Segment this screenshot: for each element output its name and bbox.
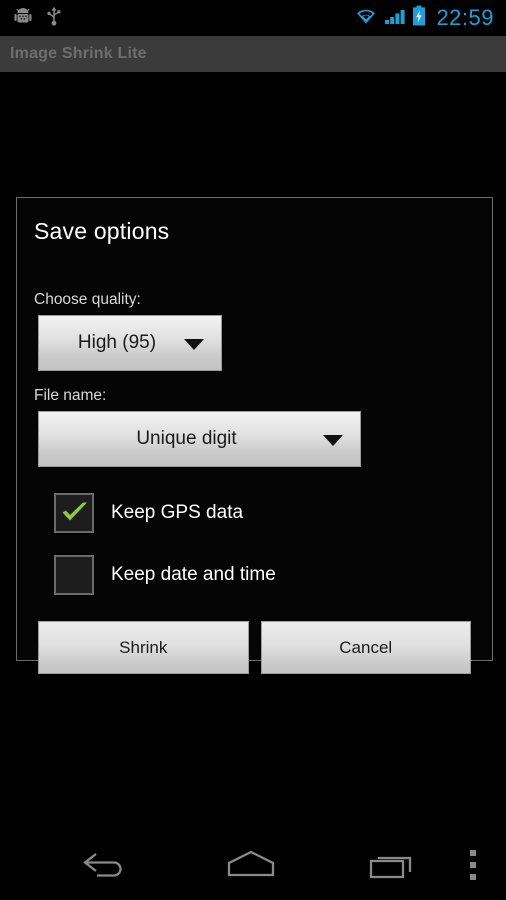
chevron-down-icon [184, 339, 204, 350]
menu-dot [470, 850, 476, 856]
keep-date-time-checkbox[interactable] [54, 555, 94, 595]
recents-icon[interactable] [365, 848, 421, 882]
signal-icon [384, 6, 406, 31]
keep-date-time-label: Keep date and time [111, 564, 276, 585]
cancel-button[interactable]: Cancel [260, 621, 471, 674]
filename-spinner[interactable]: Unique digit [38, 411, 361, 467]
quality-label: Choose quality: [34, 291, 141, 308]
menu-dot [470, 862, 476, 868]
back-icon[interactable] [80, 848, 132, 882]
status-bar-clock: 22:59 [436, 5, 494, 30]
filename-label: File name: [34, 387, 107, 404]
keep-gps-data-row[interactable]: Keep GPS data [17, 493, 492, 533]
filename-spinner-value: Unique digit [136, 428, 237, 449]
wifi-icon [354, 6, 378, 31]
quality-spinner[interactable]: High (95) [38, 315, 222, 371]
checkmark-icon [62, 502, 87, 521]
keep-gps-data-checkbox[interactable] [54, 493, 94, 533]
battery-charging-icon [412, 5, 426, 32]
dialog-title: Save options [34, 218, 170, 244]
app-title: Image Shrink Lite [10, 45, 147, 62]
keep-date-time-row[interactable]: Keep date and time [17, 555, 492, 595]
overflow-menu-icon[interactable] [470, 850, 476, 880]
menu-dot [470, 874, 476, 880]
android-debug-icon [14, 6, 32, 31]
keep-gps-data-label: Keep GPS data [111, 502, 244, 523]
app-title-bar: Image Shrink Lite [0, 36, 506, 74]
home-icon[interactable] [221, 848, 281, 882]
dialog-button-row: Shrink Cancel [17, 621, 492, 674]
status-bar: 22:59 [0, 0, 506, 36]
status-bar-left-icons [0, 6, 62, 31]
status-bar-right-icons: 22:59 [354, 5, 506, 32]
navigation-bar [0, 830, 506, 900]
save-options-dialog: Save options Choose quality: High (95) F… [16, 197, 493, 674]
usb-icon [46, 6, 62, 31]
shrink-button[interactable]: Shrink [38, 621, 249, 674]
chevron-down-icon [323, 435, 343, 446]
